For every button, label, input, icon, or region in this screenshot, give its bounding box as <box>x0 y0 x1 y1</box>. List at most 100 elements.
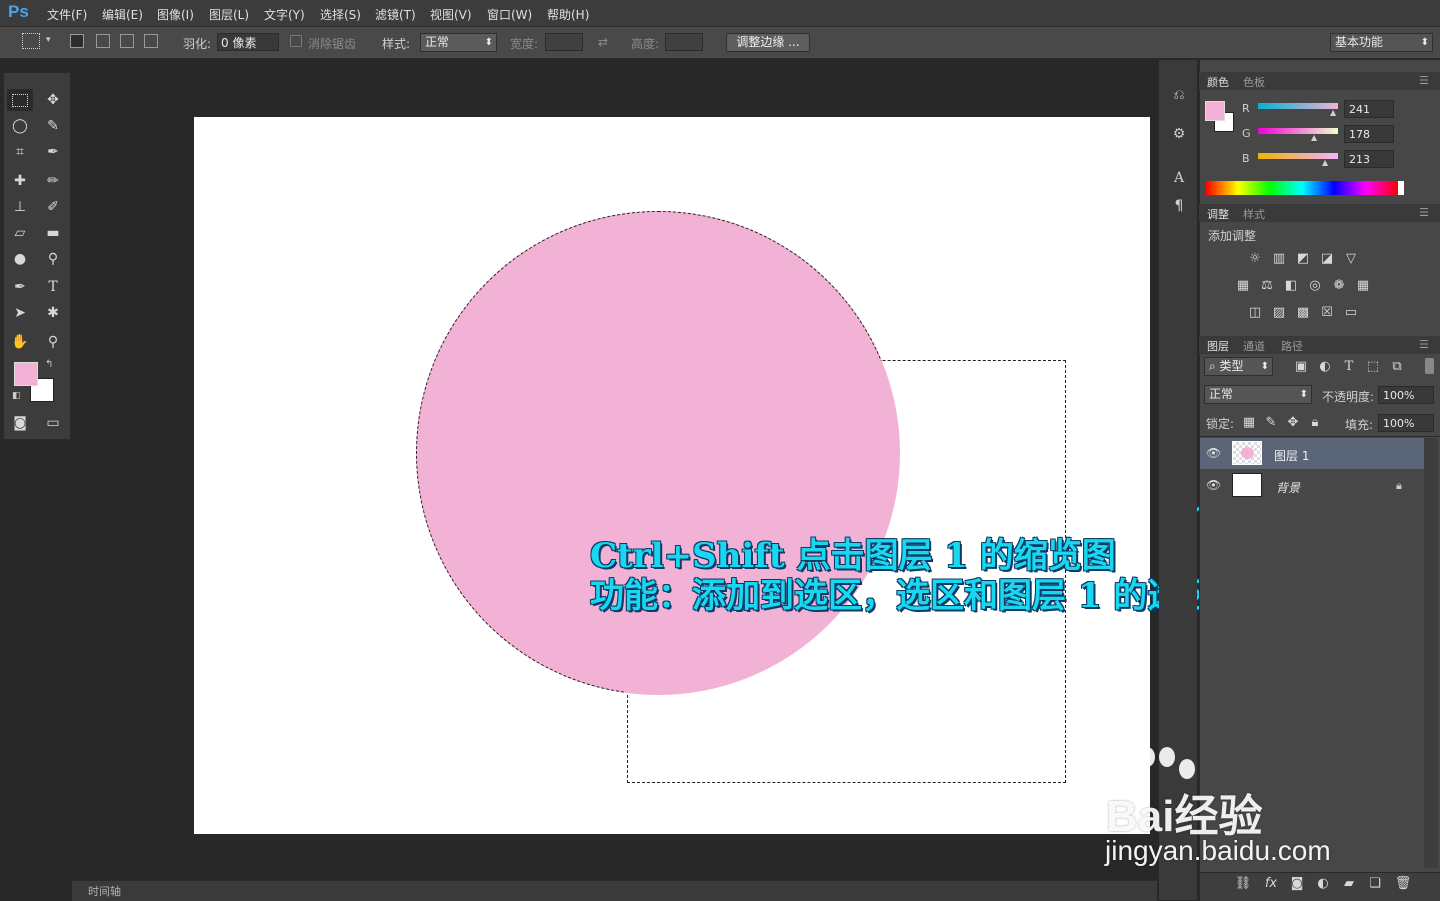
tab-channels[interactable]: 通道 <box>1243 338 1265 354</box>
menu-window[interactable]: 窗口(W) <box>487 6 532 23</box>
tab-styles[interactable]: 样式 <box>1243 206 1265 222</box>
brush-tool-icon[interactable]: ✏ <box>40 170 66 192</box>
intersect-selection-icon[interactable] <box>144 34 158 48</box>
screen-mode-icon[interactable]: ▭ <box>40 412 66 434</box>
marquee-tool-preset-icon[interactable] <box>22 33 40 49</box>
delete-layer-icon[interactable]: 🗑︎ <box>1394 876 1412 892</box>
blend-mode-select[interactable]: 正常 <box>1204 385 1312 404</box>
subtract-from-selection-icon[interactable] <box>120 34 134 48</box>
history-panel-icon[interactable]: ⎌ <box>1168 84 1190 106</box>
filter-pixel-icon[interactable]: ▣ <box>1292 359 1310 375</box>
menu-edit[interactable]: 编辑(E) <box>102 6 143 23</box>
filter-type-icon[interactable]: T <box>1340 359 1358 375</box>
foreground-color-swatch[interactable] <box>14 362 38 386</box>
invert-icon[interactable]: ◫ <box>1246 305 1264 321</box>
lock-position-icon[interactable]: ✥ <box>1284 415 1302 431</box>
menu-type[interactable]: 文字(Y) <box>264 6 305 23</box>
character-panel-icon[interactable]: A <box>1168 167 1190 189</box>
channel-mixer-icon[interactable]: ❁ <box>1330 278 1348 294</box>
blur-tool-icon[interactable]: ● <box>7 248 33 270</box>
panel-menu-icon[interactable]: ☰ <box>1419 74 1429 87</box>
move-tool-icon[interactable]: ✥ <box>40 89 66 111</box>
posterize-icon[interactable]: ▨ <box>1270 305 1288 321</box>
channel-r-value[interactable]: 241 <box>1344 100 1394 118</box>
channel-b-value[interactable]: 213 <box>1344 150 1394 168</box>
fx-icon[interactable]: fx <box>1262 876 1280 892</box>
new-selection-icon[interactable] <box>70 34 84 48</box>
new-adjustment-layer-icon[interactable]: ◐ <box>1314 876 1332 892</box>
menu-select[interactable]: 选择(S) <box>320 6 361 23</box>
feather-input[interactable]: 0 像素 <box>217 33 279 51</box>
default-colors-icon[interactable]: ◧ <box>12 391 21 401</box>
timeline-tab[interactable]: 时间轴 <box>88 883 121 899</box>
eyedropper-tool-icon[interactable]: ✒ <box>40 141 66 163</box>
curves-icon[interactable]: ◩ <box>1294 251 1312 267</box>
exposure-icon[interactable]: ◪ <box>1318 251 1336 267</box>
levels-icon[interactable]: ▥ <box>1270 251 1288 267</box>
tab-adjustments[interactable]: 调整 <box>1207 206 1229 222</box>
healing-brush-tool-icon[interactable]: ✚ <box>7 170 33 192</box>
link-layers-icon[interactable]: ⛓ <box>1234 876 1252 892</box>
workspace-select[interactable]: 基本功能 <box>1330 33 1433 52</box>
filter-smart-object-icon[interactable]: ⧉ <box>1388 359 1406 375</box>
dodge-tool-icon[interactable]: ⚲ <box>40 248 66 270</box>
style-select[interactable]: 正常 <box>420 33 497 52</box>
brightness-icon[interactable]: ☼ <box>1246 251 1264 267</box>
add-mask-icon[interactable]: ◙ <box>1288 876 1306 892</box>
hand-tool-icon[interactable]: ✋ <box>7 331 33 353</box>
swap-colors-icon[interactable]: ↰ <box>45 359 53 370</box>
custom-shape-tool-icon[interactable]: ✱ <box>40 302 66 324</box>
filter-adjustment-icon[interactable]: ◐ <box>1316 359 1334 375</box>
visibility-eye-icon[interactable]: 👁︎ <box>1206 478 1221 492</box>
layers-scrollbar[interactable] <box>1424 438 1438 868</box>
lasso-tool-icon[interactable]: ◯ <box>7 115 33 137</box>
menu-layer[interactable]: 图层(L) <box>209 6 249 23</box>
black-white-icon[interactable]: ◧ <box>1282 278 1300 294</box>
type-tool-icon[interactable]: T <box>40 276 66 298</box>
pen-tool-icon[interactable]: ✒ <box>7 276 33 298</box>
vibrance-icon[interactable]: ▽ <box>1342 251 1360 267</box>
layer-row-layer1[interactable]: 👁︎ 图层 1 <box>1200 438 1424 469</box>
menu-image[interactable]: 图像(I) <box>157 6 194 23</box>
lock-image-icon[interactable]: ✎ <box>1262 415 1280 431</box>
panel-menu-icon[interactable]: ☰ <box>1419 206 1429 219</box>
preset-dropdown-icon[interactable]: ▾ <box>46 35 51 45</box>
antialias-checkbox[interactable] <box>290 35 302 47</box>
add-to-selection-icon[interactable] <box>96 34 110 48</box>
path-selection-tool-icon[interactable]: ➤ <box>7 302 33 324</box>
channel-g-slider[interactable] <box>1258 128 1338 134</box>
layer-filter-select[interactable]: ⌕ 类型 <box>1204 357 1273 376</box>
background-thumbnail[interactable] <box>1232 473 1262 497</box>
layer-row-background[interactable]: 👁︎ 背景 🔒︎ <box>1200 470 1424 501</box>
properties-panel-icon[interactable]: ⚙ <box>1168 123 1190 145</box>
channel-r-handle[interactable]: ▲ <box>1330 108 1336 117</box>
refine-edge-button[interactable]: 调整边缘 ... <box>726 33 810 52</box>
quick-selection-tool-icon[interactable]: ✎ <box>40 115 66 137</box>
channel-g-value[interactable]: 178 <box>1344 125 1394 143</box>
tab-paths[interactable]: 路径 <box>1281 338 1303 354</box>
color-spectrum-bar[interactable] <box>1206 181 1404 195</box>
lock-all-icon[interactable]: 🔒︎ <box>1306 415 1324 431</box>
new-group-icon[interactable]: ▰ <box>1340 876 1358 892</box>
tab-color[interactable]: 颜色 <box>1207 74 1229 90</box>
clone-stamp-tool-icon[interactable]: ⊥ <box>7 196 33 218</box>
menu-file[interactable]: 文件(F) <box>47 6 87 23</box>
photo-filter-icon[interactable]: ◎ <box>1306 278 1324 294</box>
selective-color-icon[interactable]: ☒ <box>1318 305 1336 321</box>
quick-mask-icon[interactable]: ◙ <box>7 412 33 434</box>
crop-tool-icon[interactable]: ⌗ <box>7 141 33 163</box>
rectangular-marquee-tool-icon[interactable] <box>7 89 33 111</box>
background-layer-name[interactable]: 背景 <box>1276 479 1300 496</box>
menu-view[interactable]: 视图(V) <box>430 6 472 23</box>
visibility-eye-icon[interactable]: 👁︎ <box>1206 446 1221 460</box>
channel-g-handle[interactable]: ▲ <box>1311 133 1317 142</box>
panel-menu-icon[interactable]: ☰ <box>1419 338 1429 351</box>
hue-saturation-icon[interactable]: ▦ <box>1234 278 1252 294</box>
layer1-thumbnail[interactable] <box>1232 441 1262 465</box>
layer1-name[interactable]: 图层 1 <box>1274 447 1309 464</box>
tab-layers[interactable]: 图层 <box>1207 338 1229 354</box>
color-lookup-icon[interactable]: ▦ <box>1354 278 1372 294</box>
width-input[interactable] <box>545 33 583 51</box>
lock-transparent-icon[interactable]: ▦ <box>1240 415 1258 431</box>
channel-b-handle[interactable]: ▲ <box>1322 158 1328 167</box>
